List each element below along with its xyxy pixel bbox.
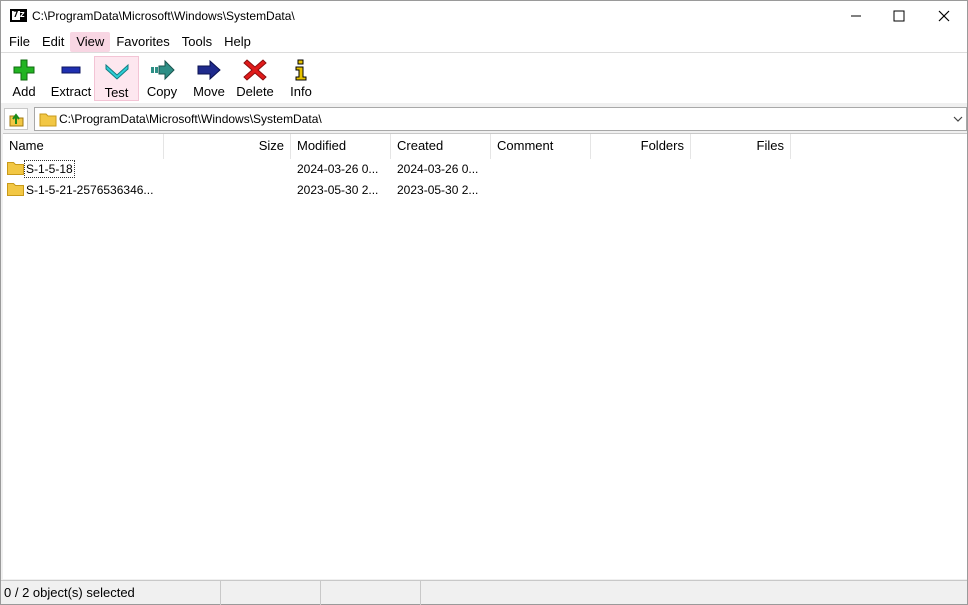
row-modified: 2023-05-30 2... <box>297 183 379 197</box>
status-cell-3 <box>321 581 421 605</box>
column-header-files[interactable]: Files <box>691 134 791 159</box>
menu-bar: File Edit View Favorites Tools Help <box>1 31 967 52</box>
up-folder-button[interactable] <box>4 108 28 130</box>
status-cell-2 <box>221 581 321 605</box>
menu-view[interactable]: View <box>70 31 111 52</box>
add-label: Add <box>12 84 36 99</box>
info-button[interactable]: Info <box>287 56 315 101</box>
menu-help[interactable]: Help <box>218 32 257 52</box>
delete-button[interactable]: Delete <box>234 56 276 101</box>
row-name: S-1-5-21-2576536346... <box>26 183 154 197</box>
row-name: S-1-5-18 <box>24 160 75 178</box>
up-folder-icon <box>9 113 24 127</box>
toolbar: Add Extract Test Copy Move Delete Info <box>1 52 967 103</box>
minimize-icon <box>851 15 861 17</box>
status-bar: 0 / 2 object(s) selected <box>1 580 967 605</box>
add-button[interactable]: Add <box>7 56 41 101</box>
folder-icon <box>39 113 57 127</box>
copy-label: Copy <box>146 84 178 99</box>
move-label: Move <box>193 84 225 99</box>
column-header-name[interactable]: Name <box>3 134 164 159</box>
folder-icon <box>7 162 24 175</box>
row-modified: 2024-03-26 0... <box>297 162 379 176</box>
menu-file[interactable]: File <box>3 32 36 52</box>
menu-favorites[interactable]: Favorites <box>110 32 175 52</box>
menu-edit[interactable]: Edit <box>36 32 70 52</box>
app-logo-icon: 7z <box>10 9 27 22</box>
move-arrow-icon <box>196 58 222 82</box>
info-label: Info <box>290 84 312 99</box>
extract-button[interactable]: Extract <box>49 56 93 101</box>
address-input[interactable]: C:\ProgramData\Microsoft\Windows\SystemD… <box>59 112 322 126</box>
table-row[interactable]: S-1-5-21-2576536346... 2023-05-30 2... 2… <box>3 180 967 200</box>
test-button[interactable]: Test <box>94 56 139 101</box>
extract-label: Extract <box>50 84 92 99</box>
plus-icon <box>11 58 37 82</box>
maximize-button[interactable] <box>876 1 922 31</box>
folder-icon <box>7 183 24 196</box>
minimize-button[interactable] <box>833 1 879 31</box>
copy-arrow-icon <box>149 58 175 82</box>
title-bar[interactable]: 7z C:\ProgramData\Microsoft\Windows\Syst… <box>1 1 967 31</box>
copy-button[interactable]: Copy <box>144 56 180 101</box>
minus-icon <box>58 58 84 82</box>
chevron-down-icon[interactable] <box>953 114 963 124</box>
test-label: Test <box>104 85 129 100</box>
column-header-size[interactable]: Size <box>164 134 291 159</box>
move-button[interactable]: Move <box>189 56 229 101</box>
table-row[interactable]: S-1-5-18 2024-03-26 0... 2024-03-26 0... <box>3 159 967 179</box>
address-bar[interactable]: C:\ProgramData\Microsoft\Windows\SystemD… <box>34 107 967 131</box>
window-title: C:\ProgramData\Microsoft\Windows\SystemD… <box>32 9 295 23</box>
info-icon <box>288 58 314 82</box>
close-button[interactable] <box>921 1 967 31</box>
delete-label: Delete <box>236 84 274 99</box>
delete-x-icon <box>242 58 268 82</box>
menu-tools[interactable]: Tools <box>176 32 218 52</box>
row-created: 2024-03-26 0... <box>397 162 479 176</box>
row-created: 2023-05-30 2... <box>397 183 479 197</box>
app-window: 7z C:\ProgramData\Microsoft\Windows\Syst… <box>0 0 968 605</box>
address-row: C:\ProgramData\Microsoft\Windows\SystemD… <box>1 103 967 133</box>
column-header-folders[interactable]: Folders <box>591 134 691 159</box>
column-header-created[interactable]: Created <box>391 134 491 159</box>
close-icon <box>938 10 950 22</box>
status-selection: 0 / 2 object(s) selected <box>1 581 221 605</box>
column-header-modified[interactable]: Modified <box>291 134 391 159</box>
check-icon <box>104 59 130 83</box>
column-header-comment[interactable]: Comment <box>491 134 591 159</box>
file-list[interactable]: Name Size Modified Created Comment Folde… <box>3 133 967 579</box>
maximize-icon <box>893 10 905 22</box>
